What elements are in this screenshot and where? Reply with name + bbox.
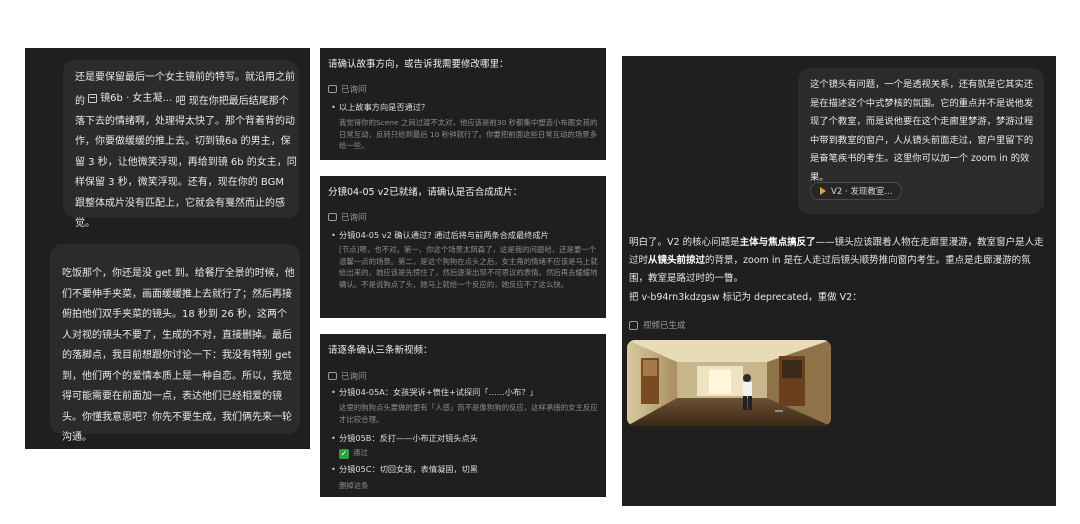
chat-panel-3: 请确认故事方向，或告诉我需要修改哪里： 已询问 以上故事方向是否通过？ 我觉得你…: [320, 48, 606, 160]
assistant-reply: 明白了。V2 的核心问题是主体与焦点搞反了——镜头应该跟着人物在走廊里漫游，教室…: [629, 234, 1049, 288]
reply-text-part: 明白了。V2 的核心问题是: [629, 237, 740, 248]
question-title: 分镜04-05 v2已就绪，请确认是否合成成片：: [328, 187, 523, 198]
inquired-status: 已询问: [328, 83, 367, 95]
answer-note: 这里的狗狗点头要做的更有「人感」而不是像狗狗的反应，这样承接的女主反应才比较合理…: [339, 403, 598, 424]
question-title: 请逐条确认三条新视频：: [328, 345, 433, 356]
question-item: 分镜04-05A：女孩哭诉+愤住+试探问「……小布？」: [331, 386, 601, 399]
chat-panel-1: 还是要保留最后一个女主镜前的特写。就沿用之前的 镜6b · 女主凝… 吧 现在你…: [25, 48, 310, 230]
user-message-bubble: 还是要保留最后一个女主镜前的特写。就沿用之前的 镜6b · 女主凝… 吧 现在你…: [63, 60, 299, 229]
play-icon: [820, 187, 826, 195]
inquired-label: 已询问: [341, 372, 367, 382]
user-message-text: 这个镜头有问题，一个是透视关系，还有就是它其实还是在描述这个中式梦核的氛围。它的…: [810, 79, 1034, 183]
chat-panel-5: 请逐条确认三条新视频： 已询问 分镜04-05A：女孩哭诉+愤住+试探问「……小…: [320, 334, 606, 497]
question-item: 分镜05C：切回女孩，表情凝固，切黑: [331, 463, 601, 476]
message-text-part: 吧 现在你把最后结尾那个落下去的情绪啊，处理得太快了。那个背着背的动作，你要做缓…: [75, 95, 297, 230]
answer-note: [节点]嗯，也不对。第一，你这个场景太阴森了，这是我的问题哈，还是要一个温馨一点…: [339, 245, 598, 289]
question-item: 分镜04-05 v2 确认通过? 通过后将与前两条合成最终成片: [331, 229, 601, 242]
question-item: 分镜05B：反打——小布正对镜头点头: [331, 432, 601, 445]
shot-reference-label: 镜6b · 女主凝…: [100, 92, 173, 104]
assistant-reply-action: 把 v-b94rn3kdzgsw 标记为 deprecated，重做 V2：: [629, 292, 862, 303]
reply-emphasis: 从镜头前掠过: [648, 255, 706, 266]
answer-note: 删掉这条: [339, 481, 369, 490]
check-icon: ✓: [339, 449, 349, 459]
generated-video-thumbnail[interactable]: [627, 340, 831, 426]
user-message-text: 吃饭那个，你还是没 get 到。给餐厅全景的时候，他们不要伸手夹菜，画面缓缓推上…: [62, 268, 295, 443]
user-message-text: 还是要保留最后一个女主镜前的特写。就沿用之前的 镜6b · 女主凝… 吧 现在你…: [75, 68, 297, 235]
inquired-status: 已询问: [328, 370, 367, 382]
chat-bubble-icon: [328, 85, 337, 93]
user-message-bubble: 吃饭那个，你还是没 get 到。给餐厅全景的时候，他们不要伸手夹菜，画面缓缓推上…: [50, 244, 300, 443]
chat-bubble-icon: [328, 372, 337, 380]
answer-note: 我觉得你的Scene 之间过渡不太对，他应该是前30 秒都集中塑造小布跟女孩的日…: [339, 118, 598, 150]
video-reference-label: V2 · 发现教室...: [831, 187, 893, 197]
chat-panel-4: 分镜04-05 v2已就绪，请确认是否合成成片： 已询问 分镜04-05 v2 …: [320, 176, 606, 318]
question-item: 以上故事方向是否通过？: [331, 101, 599, 114]
inquired-status: 已询问: [328, 211, 367, 223]
video-icon: [629, 320, 638, 330]
corridor-scene-image: [627, 340, 831, 426]
chat-bubble-icon: [328, 213, 337, 221]
reply-emphasis: 主体与焦点搞反了: [739, 237, 816, 248]
approved-label: 通过: [353, 448, 368, 457]
inquired-label: 已询问: [341, 213, 367, 223]
document-icon: [88, 94, 98, 104]
video-reference-chip[interactable]: V2 · 发现教室...: [810, 182, 903, 200]
generated-status: 视频已生成: [629, 319, 686, 331]
question-title: 请确认故事方向，或告诉我需要修改哪里：: [328, 59, 509, 70]
chat-panel-6: 这个镜头有问题，一个是透视关系，还有就是它其实还是在描述这个中式梦核的氛围。它的…: [622, 56, 1056, 506]
generated-label: 视频已生成: [643, 321, 686, 331]
inquired-label: 已询问: [341, 85, 367, 95]
answer-note: ✓ 通过: [339, 447, 601, 459]
chat-panel-2: 吃饭那个，你还是没 get 到。给餐厅全景的时候，他们不要伸手夹菜，画面缓缓推上…: [25, 229, 310, 449]
shot-reference-chip[interactable]: 镜6b · 女主凝…: [88, 89, 172, 110]
